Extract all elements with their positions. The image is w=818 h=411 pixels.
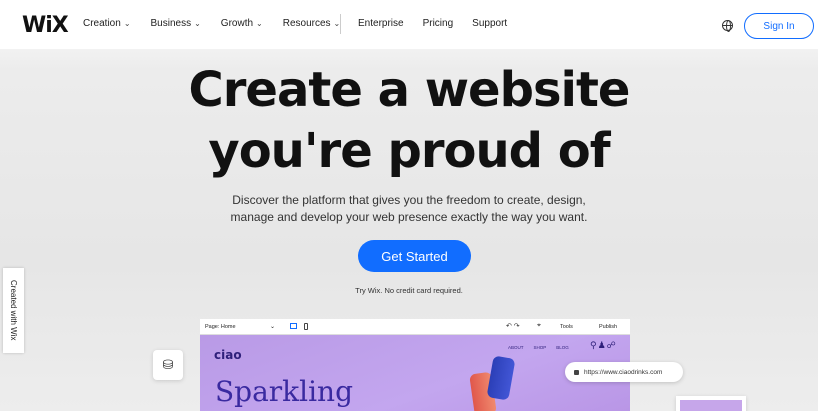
menu-business[interactable]: Business ⌄ [151,18,201,29]
secondary-menu: Enterprise Pricing Support [358,18,526,29]
hero-title-line1: Create a website [188,62,631,118]
zoom-icon: ⌖ [537,322,541,329]
chevron-down-icon: ⌄ [194,19,201,28]
no-credit-card-note: Try Wix. No credit card required. [355,286,463,295]
site-logo: ciao [214,348,242,362]
tools-label: Tools [560,324,573,330]
menu-business-label: Business [150,18,192,29]
menu-growth[interactable]: Growth ⌄ [221,18,263,29]
hero-subtitle-line2: manage and develop your web presence exa… [230,210,588,224]
chevron-down-icon: ⌄ [123,19,131,28]
mobile-icon [304,323,308,330]
get-started-button[interactable]: Get Started [358,240,471,272]
undo-redo-icon: ↶ ↷ [506,323,520,330]
menu-growth-label: Growth [220,18,254,29]
menu-creation[interactable]: Creation ⌄ [83,18,131,29]
menu-resources-label: Resources [282,18,331,29]
site-nav: ABOUT SHOP BLOG [508,345,569,350]
wix-logo[interactable]: WiX [22,13,69,38]
link-pricing[interactable]: Pricing [423,18,454,29]
desktop-icon [290,323,297,329]
created-with-wix-label: Created with Wix [9,280,18,341]
menu-resources[interactable]: Resources ⌄ [283,18,341,29]
site-headline: Sparkling [215,375,354,408]
site-nav-about: ABOUT [508,345,524,350]
top-nav: WiX Creation ⌄ Business ⌄ Growth ⌄ Resource… [0,0,818,49]
site-url-pill: https://www.ciaodrinks.com [565,362,683,382]
site-header-icons: ⚲♟☍ [590,340,617,350]
chevron-down-icon: ⌄ [270,324,276,330]
main-menu: Creation ⌄ Business ⌄ Growth ⌄ Resources ⌄ [83,18,360,29]
site-url-text: https://www.ciaodrinks.com [584,368,663,376]
editor-toolbar: Page: Home ⌄ ↶ ↷ ⌖ Tools Publish [200,319,630,335]
editor-preview: Page: Home ⌄ ↶ ↷ ⌖ Tools Publish ciao AB… [200,319,630,411]
database-icon: ⛁ [153,350,183,380]
site-nav-blog: BLOG [556,345,569,350]
preview-card [676,396,746,411]
page-selector-label: Page: Home [205,324,236,330]
sign-in-button[interactable]: Sign In [744,13,814,39]
publish-label: Publish [599,324,618,330]
link-support[interactable]: Support [472,18,507,29]
preview-card-image [680,400,742,411]
chevron-down-icon: ⌄ [256,19,263,28]
menu-creation-label: Creation [83,18,121,29]
hero-subtitle-line1: Discover the platform that gives you the… [232,193,586,207]
lock-icon [574,369,579,375]
site-nav-shop: SHOP [533,345,547,350]
globe-icon[interactable] [722,20,733,32]
drink-can-blue [486,355,516,401]
created-with-wix-tab[interactable]: Created with Wix [3,268,24,353]
link-enterprise[interactable]: Enterprise [358,18,404,29]
hero-title-line2: you're proud of [208,123,610,179]
nav-divider [340,14,341,34]
